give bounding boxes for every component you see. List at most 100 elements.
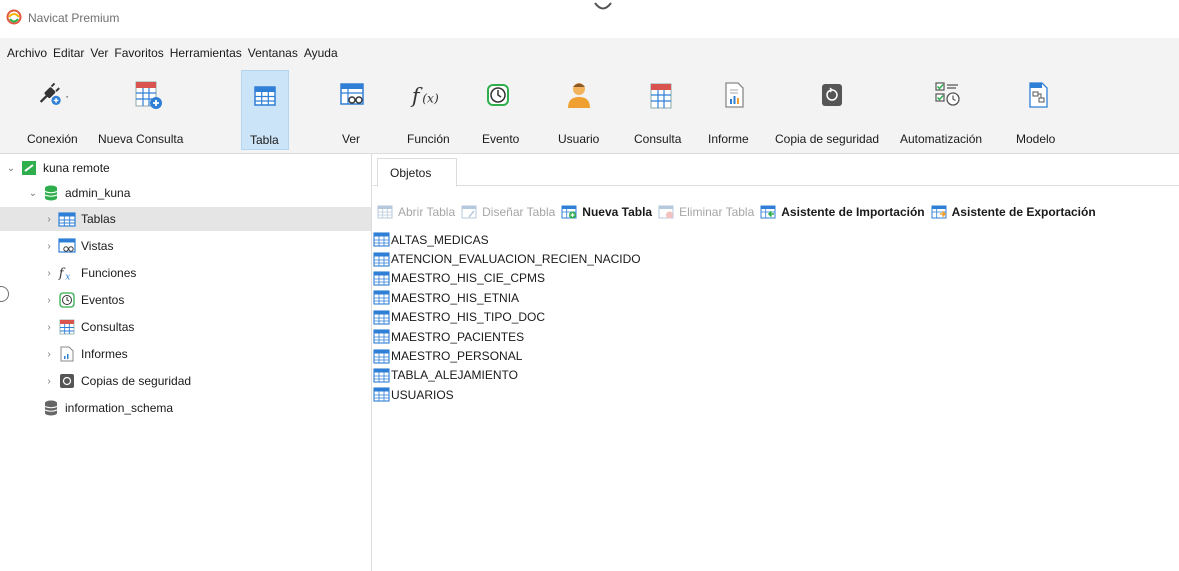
- svg-text:(x): (x): [422, 92, 439, 106]
- object-toolbar: Abrir Tabla Diseñar Tabla Nueva Tabla El…: [373, 200, 1179, 224]
- menu-herramientas[interactable]: Herramientas: [167, 46, 245, 60]
- query-icon: [58, 319, 76, 335]
- tree-label: Funciones: [81, 266, 137, 280]
- event-button[interactable]: Evento: [470, 70, 526, 150]
- navicat-logo-icon: [6, 9, 22, 25]
- user-icon: [562, 78, 596, 112]
- list-item[interactable]: ATENCION_EVALUACION_RECIEN_NACIDO: [373, 249, 641, 268]
- tab-strip: Objetos: [373, 154, 1179, 187]
- tree-connection-kuna-remote[interactable]: ⌄ kuna remote: [0, 156, 371, 180]
- list-item[interactable]: MAESTRO_HIS_CIE_CPMS: [373, 269, 641, 288]
- database-icon: [42, 400, 60, 416]
- table-icon: [373, 329, 390, 344]
- chevron-right-icon[interactable]: ›: [44, 322, 54, 333]
- new-table-icon: [561, 204, 577, 220]
- user-button[interactable]: Usuario: [549, 70, 609, 150]
- list-item[interactable]: MAESTRO_HIS_ETNIA: [373, 288, 641, 307]
- menu-favoritos[interactable]: Favoritos: [111, 46, 166, 60]
- table-icon: [373, 348, 390, 364]
- export-wizard-button[interactable]: Asistente de Exportación: [931, 204, 1096, 220]
- model-label: Modelo: [1016, 132, 1056, 146]
- tree-item-eventos[interactable]: › Eventos: [0, 288, 371, 312]
- model-button[interactable]: Modelo: [1010, 70, 1066, 150]
- design-table-button[interactable]: Diseñar Tabla: [461, 204, 555, 220]
- import-wizard-button[interactable]: Asistente de Importación: [760, 204, 925, 220]
- window-title: Navicat Premium: [28, 11, 120, 25]
- delete-table-icon: [658, 204, 674, 220]
- backup-button[interactable]: Copia de seguridad: [772, 70, 892, 150]
- clock-icon: [481, 78, 515, 112]
- menu-ayuda[interactable]: Ayuda: [301, 46, 341, 60]
- list-item[interactable]: MAESTRO_PACIENTES: [373, 327, 641, 346]
- table-icon: [373, 232, 390, 247]
- loading-spinner-icon: [594, 2, 612, 10]
- list-item[interactable]: MAESTRO_PERSONAL: [373, 346, 641, 365]
- chevron-right-icon[interactable]: ›: [44, 268, 54, 279]
- svg-text:x: x: [65, 272, 70, 281]
- table-label: Tabla: [250, 133, 279, 147]
- table-button[interactable]: Tabla: [241, 70, 289, 150]
- menu-ver[interactable]: Ver: [87, 46, 111, 60]
- chevron-down-icon[interactable]: ⌄: [6, 163, 16, 174]
- tree-item-tablas[interactable]: › Tablas: [0, 207, 371, 231]
- table-name: MAESTRO_PACIENTES: [391, 329, 525, 344]
- table-icon: [373, 368, 390, 383]
- query-button[interactable]: Consulta: [628, 70, 692, 150]
- menu-archivo[interactable]: Archivo: [4, 46, 50, 60]
- open-table-label: Abrir Tabla: [398, 205, 456, 219]
- title-bar: Navicat Premium: [0, 0, 1179, 38]
- chevron-right-icon[interactable]: ›: [44, 349, 54, 360]
- design-table-icon: [461, 204, 477, 220]
- backup-icon: [58, 373, 76, 389]
- function-icon: f (x): [410, 78, 444, 112]
- tree-item-consultas[interactable]: › Consultas: [0, 315, 371, 339]
- automation-button[interactable]: Automatización: [897, 70, 997, 150]
- open-table-button[interactable]: Abrir Tabla: [377, 204, 455, 220]
- tree-item-vistas[interactable]: › Vistas: [0, 234, 371, 258]
- tab-objetos[interactable]: Objetos: [377, 158, 457, 187]
- connection-button[interactable]: · Conexión: [18, 70, 88, 150]
- view-icon: [58, 238, 76, 254]
- menu-ventanas[interactable]: Ventanas: [245, 46, 301, 60]
- new-table-button[interactable]: Nueva Tabla: [561, 204, 652, 220]
- list-item[interactable]: USUARIOS: [373, 385, 641, 404]
- tree-database-admin-kuna[interactable]: ⌄ admin_kuna: [0, 181, 371, 205]
- tree-label: Informes: [81, 347, 128, 361]
- chevron-right-icon[interactable]: ›: [44, 241, 54, 252]
- table-name: MAESTRO_HIS_TIPO_DOC: [391, 310, 546, 325]
- function-button[interactable]: f (x) Función: [397, 70, 457, 150]
- connection-label: Conexión: [27, 132, 78, 146]
- export-wizard-label: Asistente de Exportación: [951, 205, 1096, 219]
- import-wizard-icon: [760, 204, 776, 220]
- delete-table-button[interactable]: Eliminar Tabla: [658, 204, 754, 220]
- menu-editar[interactable]: Editar: [50, 46, 87, 60]
- tree-item-informes[interactable]: › Informes: [0, 342, 371, 366]
- table-name: MAESTRO_PERSONAL: [391, 349, 523, 364]
- svg-text:f: f: [410, 84, 423, 108]
- tree-label: kuna remote: [43, 161, 110, 175]
- tree-database-information-schema[interactable]: information_schema: [0, 396, 371, 420]
- view-icon: [335, 78, 369, 112]
- table-name: TABLA_ALEJAMIENTO: [391, 368, 518, 383]
- new-query-icon: [131, 78, 165, 112]
- tree-label: Eventos: [81, 293, 125, 307]
- view-button[interactable]: Ver: [326, 70, 378, 150]
- query-label: Consulta: [634, 132, 682, 146]
- table-name: ATENCION_EVALUACION_RECIEN_NACIDO: [391, 252, 641, 267]
- tree-item-funciones[interactable]: › fx Funciones: [0, 261, 371, 285]
- export-wizard-icon: [931, 204, 947, 220]
- objects-pane: Objetos Abrir Tabla Diseñar Tabla Nueva …: [373, 154, 1179, 571]
- chevron-down-icon[interactable]: ⌄: [28, 188, 38, 199]
- open-table-icon: [377, 204, 393, 220]
- table-icon: [248, 79, 282, 113]
- list-item[interactable]: TABLA_ALEJAMIENTO: [373, 366, 641, 385]
- chevron-right-icon[interactable]: ›: [44, 295, 54, 306]
- tree-item-copias-de-seguridad[interactable]: › Copias de seguridad: [0, 369, 371, 393]
- report-button[interactable]: Informe: [704, 70, 764, 150]
- list-item[interactable]: ALTAS_MEDICAS: [373, 230, 641, 249]
- new-query-button[interactable]: Nueva Consulta: [92, 70, 204, 150]
- table-name: MAESTRO_HIS_ETNIA: [391, 290, 520, 305]
- list-item[interactable]: MAESTRO_HIS_TIPO_DOC: [373, 308, 641, 327]
- chevron-right-icon[interactable]: ›: [44, 214, 54, 225]
- chevron-right-icon[interactable]: ›: [44, 376, 54, 387]
